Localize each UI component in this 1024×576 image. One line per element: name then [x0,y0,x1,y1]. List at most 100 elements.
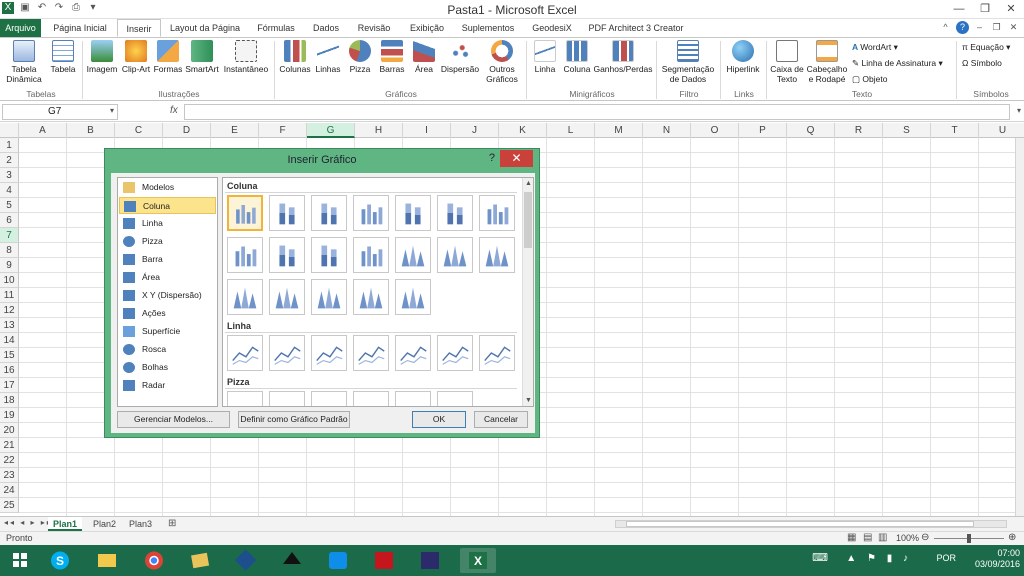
tab-pagina-inicial[interactable]: Página Inicial [46,19,114,37]
clock[interactable]: 07:00 03/09/2016 [964,548,1020,570]
row-header[interactable]: 19 [0,408,19,423]
sheet-tab-plan1[interactable]: Plan1 [48,517,83,531]
pie-subtype-6[interactable] [437,391,473,406]
teamviewer-taskbar-button[interactable] [320,548,356,573]
imagem-button[interactable]: Imagem [86,40,118,74]
explorer-taskbar-button[interactable] [89,548,125,573]
column-header[interactable]: D [163,123,211,138]
line-subtype-6[interactable] [437,335,473,371]
minigrafico-coluna-button[interactable]: Coluna [562,40,592,74]
set-default-chart-button[interactable]: Definir como Gráfico Padrão [238,411,350,428]
horizontal-scrollbar[interactable] [615,520,1007,528]
ok-button[interactable]: OK [412,411,466,428]
help-icon[interactable]: ? [956,21,969,34]
doc-close-icon[interactable]: ✕ [1007,21,1020,34]
chart-type-radar[interactable]: Radar [119,377,216,394]
line-subtype-2[interactable] [269,335,305,371]
scroll-up-icon[interactable]: ▲ [525,180,532,187]
zoom-slider[interactable] [934,534,1004,543]
pie-subtype-2[interactable] [269,391,305,406]
column-header[interactable]: R [835,123,883,138]
column-subtype-7[interactable] [479,195,515,231]
tex-taskbar-button[interactable] [412,548,448,573]
column-header[interactable]: I [403,123,451,138]
excel-taskbar-button[interactable]: X [460,548,496,573]
column-subtype-2[interactable] [269,195,305,231]
row-header[interactable]: 4 [0,183,19,198]
close-window-button[interactable]: ✕ [998,0,1024,18]
row-header[interactable]: 2 [0,153,19,168]
line-subtype-7[interactable] [479,335,515,371]
tab-suplementos[interactable]: Suplementos [456,19,520,37]
view-pagebreak-icon[interactable]: ▥ [878,532,887,543]
pizza-button[interactable]: Pizza [345,40,375,74]
column-subtype-1[interactable] [227,195,263,231]
new-sheet-icon[interactable]: ⊞ [168,518,176,529]
column-header[interactable]: F [259,123,307,138]
dialog-help-icon[interactable]: ? [489,152,495,164]
chart-type-bar[interactable]: Barra [119,251,216,268]
gallery-scroll-thumb[interactable] [524,192,532,248]
cancel-button[interactable]: Cancelar [474,411,528,428]
sheet-tab-plan3[interactable]: Plan3 [124,517,157,531]
language-indicator[interactable]: POR [936,553,956,564]
collapse-ribbon-icon[interactable]: ^ [939,21,952,34]
column-subtype-16[interactable] [269,279,305,315]
linhas-button[interactable]: Linhas [313,40,343,74]
start-button[interactable] [2,548,38,573]
column-header[interactable]: B [67,123,115,138]
zoom-level[interactable]: 100% [896,533,919,543]
select-all-corner[interactable] [0,123,19,138]
acrobat-taskbar-button[interactable] [366,548,402,573]
tab-layout[interactable]: Layout da Página [164,19,246,37]
virtualbox-taskbar-button[interactable] [228,548,264,573]
pie-subtype-5[interactable] [395,391,431,406]
outros-graficos-button[interactable]: Outros Gráficos [482,40,522,84]
chart-type-area[interactable]: Área [119,269,216,286]
chart-type-folder[interactable]: Modelos [119,179,216,196]
column-header[interactable]: L [547,123,595,138]
column-subtype-12[interactable] [395,237,431,273]
scroll-down-icon[interactable]: ▼ [525,397,532,404]
simbolo-button[interactable]: Ω Símbolo [962,58,1002,68]
column-header[interactable]: U [979,123,1024,138]
restore-button[interactable]: ❐ [972,0,998,18]
view-layout-icon[interactable]: ▤ [863,532,872,543]
sheet-vertical-scrollbar[interactable] [1015,138,1024,516]
row-header[interactable]: 1 [0,138,19,153]
clipart-button[interactable]: Clip-Art [120,40,152,74]
tab-pdf-architect[interactable]: PDF Architect 3 Creator [584,19,688,37]
linha-assinatura-button[interactable]: ✎ Linha de Assinatura ▾ [852,58,943,69]
row-header[interactable]: 7 [0,228,19,243]
tab-geodesix[interactable]: GeodesiX [524,19,580,37]
column-subtype-14[interactable] [479,237,515,273]
wordart-button[interactable]: A WordArt ▾ [852,42,898,53]
instantaneo-button[interactable]: Instantâneo [221,40,271,74]
dialog-close-button[interactable]: ✕ [500,150,533,167]
row-header[interactable]: 16 [0,363,19,378]
caixa-texto-button[interactable]: Caixa de Texto [769,40,805,84]
tab-arquivo[interactable]: Arquivo [0,19,41,37]
column-header[interactable]: N [643,123,691,138]
row-header[interactable]: 5 [0,198,19,213]
cabecalho-rodape-button[interactable]: Cabeçalho e Rodapé [806,40,848,84]
column-subtype-17[interactable] [311,279,347,315]
column-subtype-6[interactable] [437,195,473,231]
line-subtype-1[interactable] [227,335,263,371]
row-header[interactable]: 20 [0,423,19,438]
row-header[interactable]: 12 [0,303,19,318]
sheet-tab-plan2[interactable]: Plan2 [88,517,121,531]
dispersao-button[interactable]: Dispersão [440,40,480,74]
row-header[interactable]: 15 [0,348,19,363]
gallery-scrollbar[interactable]: ▲ ▼ [522,178,533,406]
area-button[interactable]: Área [409,40,439,74]
chart-type-stock[interactable]: Ações [119,305,216,322]
row-header[interactable]: 9 [0,258,19,273]
row-header[interactable]: 3 [0,168,19,183]
chart-type-column[interactable]: Coluna [119,197,216,214]
colunas-button[interactable]: Colunas [278,40,312,74]
line-subtype-4[interactable] [353,335,389,371]
column-subtype-5[interactable] [395,195,431,231]
horizontal-scroll-thumb[interactable] [626,521,974,527]
tray-icons[interactable]: ▲ ⚑ ▮ ♪ [846,553,912,564]
